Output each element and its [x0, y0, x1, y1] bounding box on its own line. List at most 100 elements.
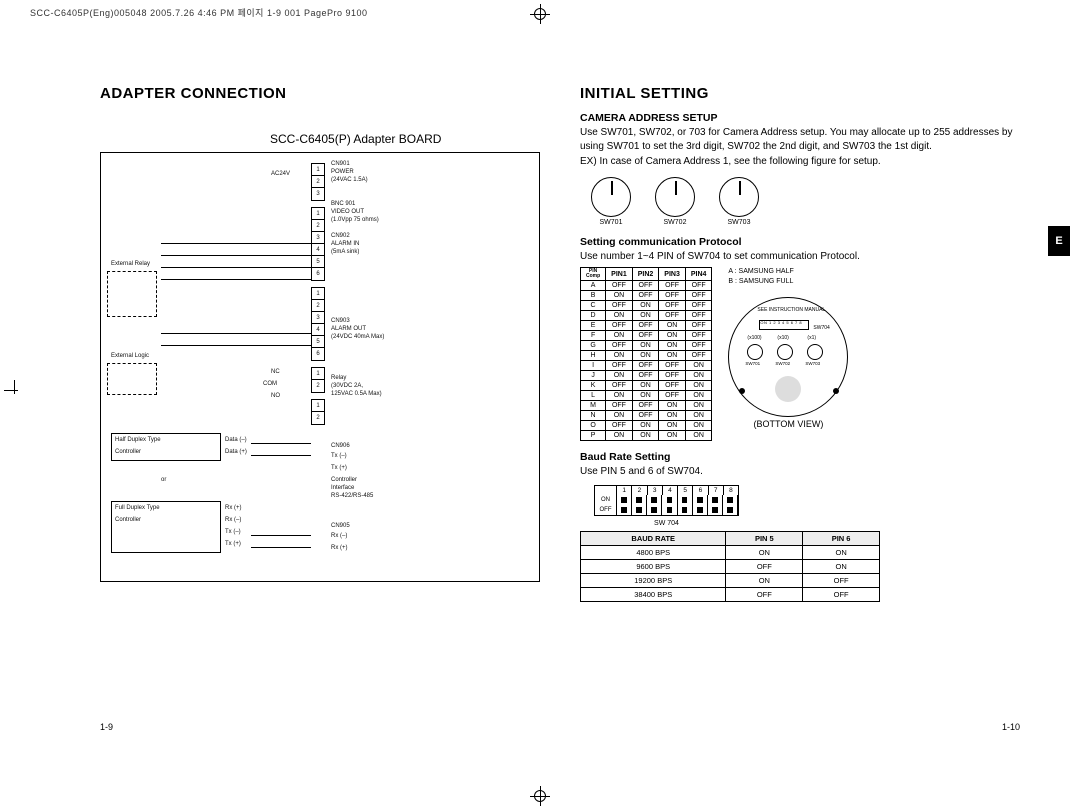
dip-label: SW 704 — [594, 520, 739, 527]
table-row: MOFFOFFONON — [581, 401, 712, 411]
bv-screw-r — [833, 388, 839, 394]
bottom-view-figure: SEE INSTRUCTION MANUAL SW704 ON 1 2 3 4 … — [728, 297, 848, 429]
pin-group-cn906: 12 — [311, 367, 325, 393]
label-rx-minus: Rx (–) — [225, 517, 241, 524]
table-row: DONONOFFOFF — [581, 311, 712, 321]
bv-screw-l — [739, 388, 745, 394]
table-row: OOFFONONON — [581, 421, 712, 431]
table-row: HONONONOFF — [581, 351, 712, 361]
logic-dashed-box — [107, 363, 157, 395]
label-com: COM — [263, 381, 277, 388]
language-tab: E — [1048, 226, 1070, 256]
relay-dashed-box — [107, 271, 157, 317]
label-rx-plus: Rx (+) — [225, 505, 242, 512]
bv-sw704: SW704 — [813, 326, 829, 332]
page-number-left: 1-9 — [100, 722, 113, 732]
table-row: 4800 BPSONON — [581, 545, 880, 559]
bottom-view-label: (BOTTOM VIEW) — [728, 419, 848, 429]
bv-dial-1 — [747, 344, 763, 360]
pin-group-cn901: 123 — [311, 163, 325, 201]
rotary-switch-row: SW701 SW702 SW703 — [588, 177, 1020, 226]
table-row: 9600 BPSOFFON — [581, 559, 880, 573]
label-tx-minus-r: Tx (–) — [331, 453, 347, 460]
label-relay-spec1: (30VDC 2A, — [331, 383, 363, 390]
label-alarm-in-spec: (5mA sink) — [331, 249, 359, 256]
bv-x100: (x100) — [747, 336, 761, 342]
label-power: POWER — [331, 169, 354, 176]
bv-dip-nums: ON 1 2 3 4 5 6 7 8 — [760, 321, 802, 325]
label-tx-plus-r: Tx (+) — [331, 465, 347, 472]
label-ctrl-if2: Interface — [331, 485, 354, 492]
table-row: KOFFONOFFON — [581, 381, 712, 391]
label-cn903: CN903 — [331, 318, 350, 325]
adapter-connection-heading: ADAPTER CONNECTION — [100, 85, 540, 102]
page-number-right: 1-10 — [1002, 722, 1020, 732]
label-data-plus: Data (+) — [225, 449, 247, 456]
table-row: JONOFFOFFON — [581, 371, 712, 381]
pin-group-cn905: 12 — [311, 399, 325, 425]
dip-switch-sw704: 12345678 ON OFF — [594, 485, 739, 516]
table-row: BONOFFOFFOFF — [581, 291, 712, 301]
label-data-minus: Data (–) — [225, 437, 247, 444]
bv-sw701: SW701 — [745, 362, 760, 367]
label-ctrl-if: Controller — [331, 477, 357, 484]
initial-setting-heading: INITIAL SETTING — [580, 85, 1020, 102]
protocol-note-b: B : SAMSUNG FULL — [728, 277, 848, 287]
table-row: GOFFONONOFF — [581, 341, 712, 351]
protocol-heading: Setting communication Protocol — [580, 236, 1020, 248]
bv-dial-3 — [807, 344, 823, 360]
table-row: FONOFFONOFF — [581, 331, 712, 341]
table-row: AOFFOFFOFFOFF — [581, 281, 712, 291]
baud-rate-p: Use PIN 5 and 6 of SW704. — [580, 465, 1020, 479]
label-cn901: CN901 — [331, 161, 350, 168]
bv-dial-2 — [777, 344, 793, 360]
protocol-corner: PIN Comp — [581, 268, 606, 281]
label-alarm-in: ALARM IN — [331, 241, 359, 248]
label-relay-spec2: 125VAC 0.5A Max) — [331, 391, 382, 398]
label-ext-logic: External Logic — [111, 353, 149, 360]
label-video-out: VIDEO OUT — [331, 209, 364, 216]
right-page: INITIAL SETTING CAMERA ADDRESS SETUP Use… — [580, 85, 1020, 740]
table-row: IOFFOFFOFFON — [581, 361, 712, 371]
label-rx-plus-r: Rx (+) — [331, 545, 348, 552]
label-controller-2: Controller — [115, 517, 141, 524]
bv-instruction: SEE INSTRUCTION MANUAL — [757, 308, 825, 314]
pin-group-cn902: 123456 — [311, 207, 325, 281]
label-relay: Relay — [331, 375, 346, 382]
camera-address-setup-heading: CAMERA ADDRESS SETUP — [580, 112, 1020, 124]
label-or: or — [161, 477, 166, 484]
label-full-duplex: Full Duplex Type — [115, 505, 160, 512]
label-half-duplex: Half Duplex Type — [115, 437, 161, 444]
camera-address-setup-p1: Use SW701, SW702, or 703 for Camera Addr… — [580, 126, 1020, 153]
label-cn906: CN906 — [331, 443, 350, 450]
label-rs: RS-422/RS-485 — [331, 493, 373, 500]
rotary-sw701: SW701 — [588, 177, 634, 226]
protocol-p: Use number 1~4 PIN of SW704 to set commu… — [580, 250, 1020, 264]
bv-sw702: SW702 — [775, 362, 790, 367]
table-row: NONOFFONON — [581, 411, 712, 421]
table-row: 38400 BPSOFFOFF — [581, 587, 880, 601]
label-controller-1: Controller — [115, 449, 141, 456]
label-rx-minus-r: Rx (–) — [331, 533, 347, 540]
table-row: PONONONON — [581, 431, 712, 441]
bv-x1: (x1) — [807, 336, 816, 342]
camera-address-setup-p2: EX) In case of Camera Address 1, see the… — [580, 155, 1020, 169]
label-tx-minus: Tx (–) — [225, 529, 241, 536]
label-cn902: CN902 — [331, 233, 350, 240]
baud-rate-heading: Baud Rate Setting — [580, 451, 1020, 463]
label-video-spec: (1.0Vpp 75 ohms) — [331, 217, 379, 224]
label-bnc901: BNC 901 — [331, 201, 355, 208]
table-row: COFFONOFFOFF — [581, 301, 712, 311]
table-row: LONONOFFON — [581, 391, 712, 401]
label-power-spec: (24VAC 1.5A) — [331, 177, 368, 184]
bv-center-hub — [775, 376, 801, 402]
protocol-note-a: A : SAMSUNG HALF — [728, 267, 848, 277]
protocol-table: PIN Comp PIN1 PIN2 PIN3 PIN4 AOFFOFFOFFO… — [580, 267, 712, 441]
baud-rate-table: BAUD RATE PIN 5 PIN 6 4800 BPSONON9600 B… — [580, 531, 880, 602]
rotary-sw703: SW703 — [716, 177, 762, 226]
left-page: ADAPTER CONNECTION SCC-C6405(P) Adapter … — [100, 85, 540, 740]
table-row: EOFFOFFONOFF — [581, 321, 712, 331]
adapter-board-title: SCC-C6405(P) Adapter BOARD — [270, 132, 540, 146]
pin-group-cn903: 123456 — [311, 287, 325, 361]
label-nc: NC — [271, 369, 280, 376]
